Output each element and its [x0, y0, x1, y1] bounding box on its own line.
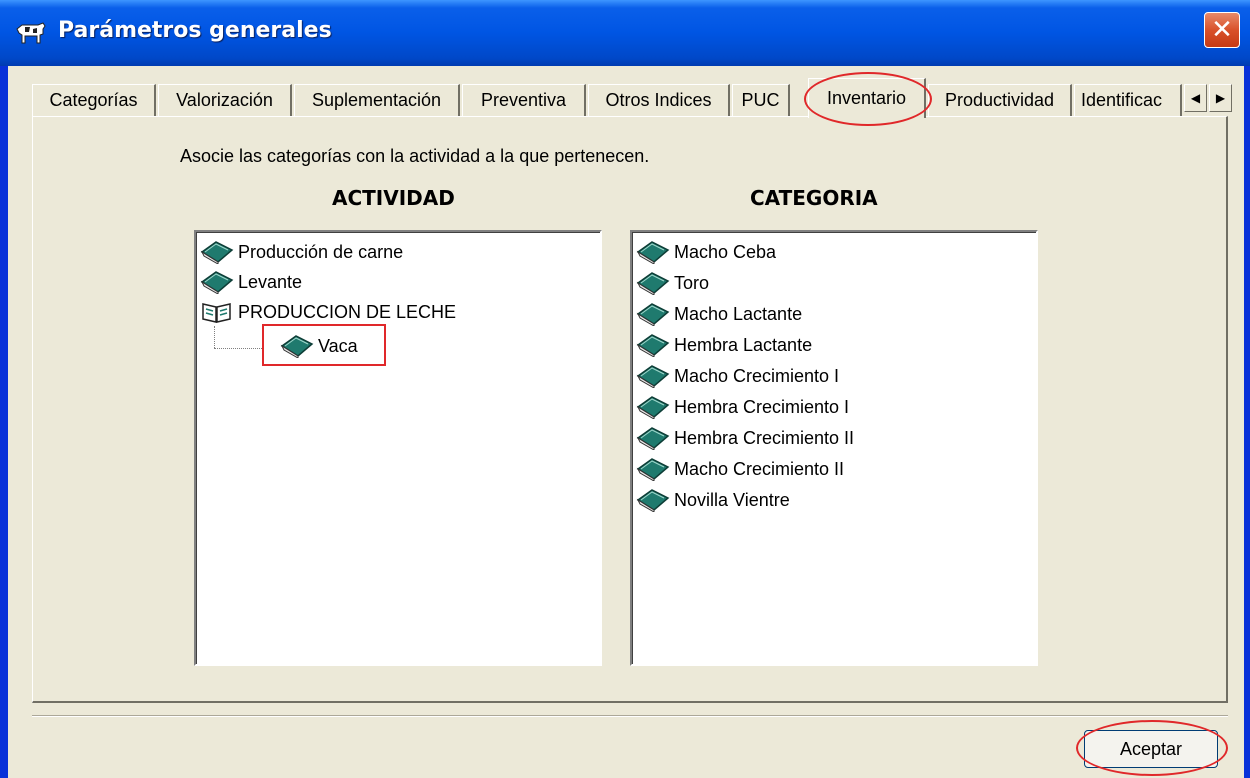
dialog-client-area: Categorías Valorización Suplementación P… [8, 66, 1244, 778]
tab-preventiva[interactable]: Preventiva [462, 84, 586, 116]
list-item-hembra-crecimiento-i[interactable]: Hembra Crecimiento I [636, 393, 849, 421]
dialog-window: Parámetros generales ✕ Categorías Valori… [0, 0, 1250, 778]
annotation-box-vaca [262, 324, 386, 366]
footer-divider [32, 715, 1228, 717]
list-item-label: Macho Crecimiento II [674, 458, 845, 479]
actividad-tree-inner [196, 232, 600, 664]
list-item-label: Macho Crecimiento I [674, 365, 840, 386]
tab-puc[interactable]: PUC [732, 84, 790, 116]
tab-suplementacion[interactable]: Suplementación [294, 84, 460, 116]
closed-book-icon [636, 458, 670, 481]
tab-scroll-right-button[interactable]: ▶ [1209, 84, 1232, 112]
categoria-header: CATEGORIA [750, 186, 878, 210]
cow-icon [16, 22, 46, 44]
tree-item-label: Producción de carne [238, 241, 404, 262]
list-item-hembra-crecimiento-ii[interactable]: Hembra Crecimiento II [636, 424, 854, 452]
tree-item-label: Levante [238, 271, 303, 292]
instruction-text: Asocie las categorías con la actividad a… [180, 146, 650, 166]
window-border-left [0, 66, 8, 778]
list-item-macho-crecimiento-ii[interactable]: Macho Crecimiento II [636, 455, 844, 483]
tab-categorias[interactable]: Categorías [32, 84, 156, 116]
list-item-macho-crecimiento-i[interactable]: Macho Crecimiento I [636, 362, 839, 390]
annotation-ellipse-tab [804, 72, 932, 126]
tab-scroll-arrows: ◀ ▶ [1184, 84, 1232, 112]
actividad-header: ACTIVIDAD [332, 186, 455, 210]
closed-book-icon [200, 241, 234, 264]
open-book-icon [202, 303, 231, 323]
tree-item-produccion-de-carne[interactable]: Producción de carne [200, 238, 403, 266]
closed-book-icon [636, 334, 670, 357]
closed-book-icon [636, 489, 670, 512]
closed-book-icon [636, 396, 670, 419]
list-item-label: Hembra Lactante [674, 334, 813, 355]
tab-productividad[interactable]: Productividad [928, 84, 1072, 116]
closed-book-icon [636, 272, 670, 295]
window-title: Parámetros generales [58, 18, 332, 43]
close-icon: ✕ [1211, 15, 1233, 45]
tree-item-label: PRODUCCION DE LECHE [238, 301, 457, 322]
list-item-label: Macho Lactante [674, 303, 803, 324]
tree-connector [214, 326, 215, 348]
actividad-tree[interactable]: Producción de carne Levante PRODUCCION D… [194, 230, 602, 666]
tab-scroll-left-button[interactable]: ◀ [1184, 84, 1207, 112]
close-button[interactable]: ✕ [1204, 12, 1240, 48]
categoria-list[interactable]: Macho Ceba Toro Macho Lactante Hembra La… [630, 230, 1038, 666]
tree-item-produccion-de-leche[interactable]: PRODUCCION DE LECHE [200, 298, 456, 326]
list-item-macho-ceba[interactable]: Macho Ceba [636, 238, 776, 266]
title-bar[interactable]: Parámetros generales ✕ [0, 0, 1250, 66]
annotation-ellipse-accept [1076, 720, 1228, 776]
list-item-macho-lactante[interactable]: Macho Lactante [636, 300, 802, 328]
closed-book-icon [636, 241, 670, 264]
list-item-label: Macho Ceba [674, 241, 777, 262]
list-item-label: Novilla Vientre [674, 489, 790, 510]
closed-book-icon [636, 303, 670, 326]
closed-book-icon [636, 365, 670, 388]
tree-item-levante[interactable]: Levante [200, 268, 302, 296]
closed-book-icon [200, 271, 234, 294]
list-item-toro[interactable]: Toro [636, 269, 709, 297]
closed-book-icon [636, 427, 670, 450]
tab-valorizacion[interactable]: Valorización [158, 84, 292, 116]
list-item-novilla-vientre[interactable]: Novilla Vientre [636, 486, 790, 514]
tab-otros-indices[interactable]: Otros Indices [588, 84, 730, 116]
list-item-label: Toro [674, 272, 710, 293]
window-border-right [1244, 66, 1250, 778]
list-item-hembra-lactante[interactable]: Hembra Lactante [636, 331, 812, 359]
tree-connector [214, 348, 262, 349]
list-item-label: Hembra Crecimiento II [674, 427, 855, 448]
tab-identificacion[interactable]: Identificac [1074, 84, 1182, 116]
list-item-label: Hembra Crecimiento I [674, 396, 850, 417]
